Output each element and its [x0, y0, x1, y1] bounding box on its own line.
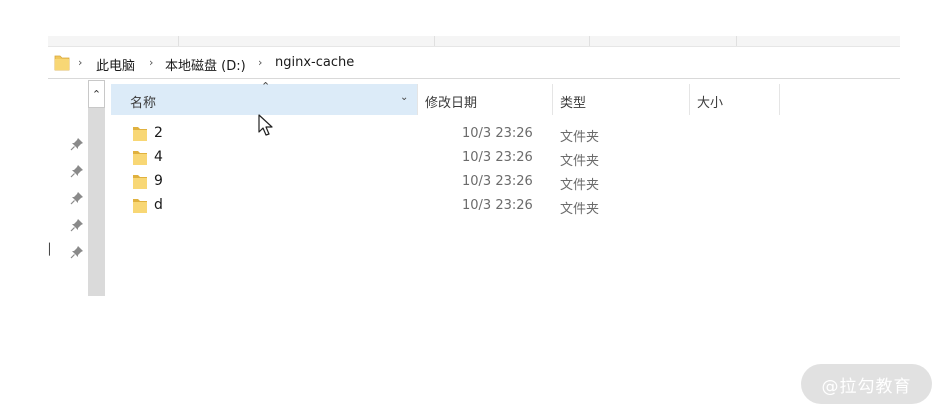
- breadcrumb-this-pc[interactable]: 此电脑: [96, 55, 135, 74]
- pin-icon[interactable]: [70, 137, 84, 151]
- mouse-cursor-icon: [258, 114, 273, 136]
- file-modified: 10/3 23:26: [462, 174, 533, 189]
- chevron-right-icon[interactable]: ›: [78, 56, 82, 69]
- toolbar-separator: [434, 36, 435, 46]
- folder-icon: [133, 127, 147, 141]
- scroll-up-icon[interactable]: ⌃: [88, 80, 105, 108]
- file-name[interactable]: 4: [154, 149, 163, 165]
- toolbar-separator: [178, 36, 179, 46]
- address-bar[interactable]: › 此电脑 › 本地磁盘 (D:) › nginx-cache: [48, 48, 900, 79]
- chevron-down-icon[interactable]: ⌄: [400, 92, 408, 103]
- file-type: 文件夹: [560, 130, 600, 145]
- list-item[interactable]: d 10/3 23:26 文件夹: [111, 194, 631, 218]
- column-separator[interactable]: [417, 84, 418, 115]
- side-marker: │: [46, 243, 53, 256]
- folder-icon: [133, 199, 147, 213]
- folder-icon: [133, 151, 147, 165]
- breadcrumb-nginx-cache[interactable]: nginx-cache: [275, 55, 354, 70]
- list-item[interactable]: 4 10/3 23:26 文件夹: [111, 146, 631, 170]
- watermark: @拉勾教育: [801, 364, 932, 404]
- column-header-type[interactable]: 类型: [560, 92, 586, 111]
- file-type: 文件夹: [560, 202, 600, 217]
- breadcrumb-drive-d[interactable]: 本地磁盘 (D:): [165, 55, 246, 74]
- column-separator[interactable]: [689, 84, 690, 115]
- chevron-right-icon[interactable]: ›: [258, 56, 262, 69]
- column-header-modified[interactable]: 修改日期: [425, 92, 477, 111]
- file-name[interactable]: 2: [154, 125, 163, 141]
- pin-icon[interactable]: [70, 191, 84, 205]
- navigation-pane[interactable]: [48, 80, 88, 296]
- chevron-right-icon[interactable]: ›: [149, 56, 153, 69]
- file-modified: 10/3 23:26: [462, 150, 533, 165]
- sort-ascending-icon: ⌃: [261, 80, 271, 93]
- column-separator[interactable]: [779, 84, 780, 115]
- file-name[interactable]: d: [154, 197, 163, 213]
- list-item[interactable]: 9 10/3 23:26 文件夹: [111, 170, 631, 194]
- folder-icon: [54, 55, 70, 71]
- file-modified: 10/3 23:26: [462, 198, 533, 213]
- pin-icon[interactable]: [70, 218, 84, 232]
- toolbar-separator: [589, 36, 590, 46]
- file-type: 文件夹: [560, 178, 600, 193]
- column-header-name-label: 名称: [130, 96, 157, 111]
- toolbar-strip: [48, 36, 900, 47]
- folder-icon: [133, 175, 147, 189]
- nav-scrollbar[interactable]: [88, 80, 105, 296]
- pin-icon[interactable]: [70, 245, 84, 259]
- file-modified: 10/3 23:26: [462, 126, 533, 141]
- column-separator[interactable]: [552, 84, 553, 115]
- pin-icon[interactable]: [70, 164, 84, 178]
- column-header-size[interactable]: 大小: [697, 92, 723, 111]
- toolbar-separator: [736, 36, 737, 46]
- list-item[interactable]: 2 10/3 23:26 文件夹: [111, 122, 631, 146]
- column-header-name[interactable]: ⌃ 名称 ⌄: [111, 80, 417, 115]
- file-name[interactable]: 9: [154, 173, 163, 189]
- file-type: 文件夹: [560, 154, 600, 169]
